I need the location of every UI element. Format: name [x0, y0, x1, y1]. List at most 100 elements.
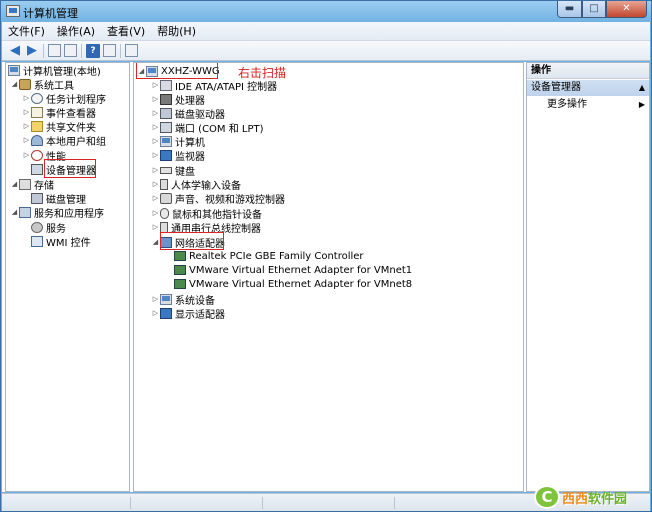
device-category[interactable]: ▷ 处理器: [151, 92, 205, 107]
device-category[interactable]: ▷ 声音、视频和游戏控制器: [151, 191, 285, 206]
tree-item-services-apps[interactable]: ◢ 服务和应用程序: [10, 205, 104, 220]
performance-icon: [31, 149, 43, 161]
tree-item-wmi[interactable]: WMI 控件: [31, 234, 91, 249]
section-label: 设备管理器: [531, 82, 581, 93]
network-adapter-item[interactable]: VMware Virtual Ethernet Adapter for VMne…: [174, 263, 412, 277]
device-category[interactable]: ▷ 计算机: [151, 134, 205, 149]
actions-pane: 操作 设备管理器 ▲ 更多操作 ▶: [526, 62, 650, 492]
expand-arrow-icon[interactable]: ▷: [151, 166, 160, 174]
device-tree-pane[interactable]: ◢ XXHZ-WWG ▷ IDE ATA/ATAPI 控制器 ▷ 处理器 ▷ 磁…: [133, 62, 524, 492]
highlight-box-device-manager: [44, 159, 96, 178]
device-category[interactable]: ▷ 磁盘驱动器: [151, 106, 225, 121]
menu-bar: 文件(F) 操作(A) 查看(V) 帮助(H): [2, 22, 650, 41]
tree-item-disk-management[interactable]: 磁盘管理: [31, 191, 86, 206]
expand-arrow-icon[interactable]: ▷: [151, 95, 160, 103]
tree-label: 存储: [34, 180, 54, 192]
port-icon: [160, 121, 172, 133]
collapse-arrow-icon[interactable]: ◢: [10, 80, 19, 88]
tree-item-local-users[interactable]: ▷ 本地用户和组: [22, 133, 106, 148]
expand-arrow-icon[interactable]: ▷: [22, 108, 31, 116]
device-category[interactable]: ▷ 端口 (COM 和 LPT): [151, 120, 264, 135]
category-label: 计算机: [175, 137, 205, 149]
device-manager-icon: [31, 163, 43, 175]
expand-arrow-icon[interactable]: ▷: [22, 122, 31, 130]
watermark-logo: C: [534, 485, 560, 509]
watermark-text: 西西软件园: [562, 488, 627, 507]
event-log-icon: [31, 106, 43, 118]
tree-item-system-tools[interactable]: ◢ 系统工具: [10, 77, 74, 92]
close-button[interactable]: ✕: [606, 1, 647, 18]
network-adapter-item[interactable]: VMware Virtual Ethernet Adapter for VMne…: [174, 277, 412, 291]
window-title: 计算机管理: [23, 7, 78, 20]
menu-file[interactable]: 文件(F): [2, 23, 51, 39]
expand-arrow-icon[interactable]: ▷: [151, 209, 160, 217]
expand-arrow-icon[interactable]: ▷: [22, 94, 31, 102]
category-label: 端口 (COM 和 LPT): [175, 123, 264, 135]
expand-arrow-icon[interactable]: ▷: [22, 136, 31, 144]
device-category[interactable]: ▷ 人体学输入设备: [151, 177, 241, 192]
scan-hardware-icon[interactable]: [125, 44, 138, 57]
tree-item-task-scheduler[interactable]: ▷ 任务计划程序: [22, 91, 106, 106]
network-card-icon: [174, 251, 186, 261]
highlight-box-network: [160, 232, 224, 250]
expand-arrow-icon[interactable]: ▷: [151, 137, 160, 145]
expand-arrow-icon[interactable]: ▷: [151, 194, 160, 202]
expand-arrow-icon[interactable]: ▷: [22, 151, 31, 159]
menu-help[interactable]: 帮助(H): [151, 23, 202, 39]
category-label: 鼠标和其他指针设备: [172, 209, 262, 221]
clock-icon: [31, 92, 43, 104]
minimize-button[interactable]: ▬: [557, 1, 582, 18]
category-label: 声音、视频和游戏控制器: [175, 194, 285, 206]
expand-arrow-icon[interactable]: ▷: [151, 295, 160, 303]
category-label: 处理器: [175, 95, 205, 107]
expand-arrow-icon[interactable]: ▷: [151, 151, 160, 159]
toolbar: ◀ ▶ ?: [2, 41, 650, 61]
collapse-arrow-icon[interactable]: ◢: [10, 180, 19, 188]
tree-item-event-viewer[interactable]: ▷ 事件查看器: [22, 105, 96, 120]
speaker-icon: [160, 192, 172, 204]
back-arrow-icon[interactable]: ◀: [8, 43, 22, 58]
tree-label: WMI 控件: [46, 237, 91, 249]
help-icon[interactable]: ?: [86, 43, 100, 58]
expand-arrow-icon[interactable]: ▷: [151, 109, 160, 117]
menu-view[interactable]: 查看(V): [101, 23, 151, 39]
tree-item-services[interactable]: 服务: [31, 220, 66, 235]
tree-label: 系统工具: [34, 80, 74, 92]
device-category[interactable]: ▷ 鼠标和其他指针设备: [151, 206, 262, 221]
watermark-text-a: 西西: [562, 491, 589, 507]
up-level-icon[interactable]: [48, 44, 61, 57]
collapse-arrow-icon[interactable]: ◢: [151, 238, 160, 246]
forward-arrow-icon[interactable]: ▶: [25, 43, 39, 58]
more-actions-label: 更多操作: [547, 99, 587, 110]
tree-item-shared-folders[interactable]: ▷ 共享文件夹: [22, 119, 96, 134]
show-hide-tree-icon[interactable]: [64, 44, 77, 57]
highlight-box-computer: [136, 63, 218, 79]
collapse-caret-icon[interactable]: ▲: [639, 80, 645, 96]
properties-icon[interactable]: [103, 44, 116, 57]
tree-item-root[interactable]: 计算机管理(本地): [8, 63, 101, 78]
expand-arrow-icon[interactable]: ▷: [151, 223, 160, 231]
adapter-label: VMware Virtual Ethernet Adapter for VMne…: [189, 278, 413, 290]
navigation-tree[interactable]: 计算机管理(本地) ◢ 系统工具 ▷ 任务计划程序 ▷ 事件查看器 ▷ 共享文件…: [5, 62, 130, 492]
tree-label: 本地用户和组: [46, 136, 106, 148]
expand-arrow-icon[interactable]: ▷: [151, 309, 160, 317]
actions-section-device-manager[interactable]: 设备管理器 ▲: [527, 80, 649, 96]
network-card-icon: [174, 279, 186, 289]
title-bar[interactable]: 计算机管理 ▬ □ ✕: [1, 1, 651, 21]
expand-arrow-icon[interactable]: ▷: [151, 81, 160, 89]
more-actions-item[interactable]: 更多操作 ▶: [527, 97, 649, 113]
disk-drive-icon: [160, 107, 172, 119]
device-category[interactable]: ▷ 系统设备: [151, 292, 215, 307]
menu-action[interactable]: 操作(A): [51, 23, 101, 39]
tree-label: 服务和应用程序: [34, 208, 104, 220]
network-adapter-item[interactable]: Realtek PCIe GBE Family Controller: [174, 249, 364, 263]
system-device-icon: [160, 293, 172, 305]
expand-arrow-icon[interactable]: ▷: [151, 180, 160, 188]
device-category[interactable]: ▷ 键盘: [151, 163, 195, 178]
maximize-button[interactable]: □: [582, 1, 606, 18]
tree-item-storage[interactable]: ◢ 存储: [10, 177, 54, 192]
expand-arrow-icon[interactable]: ▷: [151, 123, 160, 131]
device-category[interactable]: ▷ 显示适配器: [151, 306, 225, 321]
collapse-arrow-icon[interactable]: ◢: [10, 208, 19, 216]
device-category[interactable]: ▷ 监视器: [151, 148, 205, 163]
